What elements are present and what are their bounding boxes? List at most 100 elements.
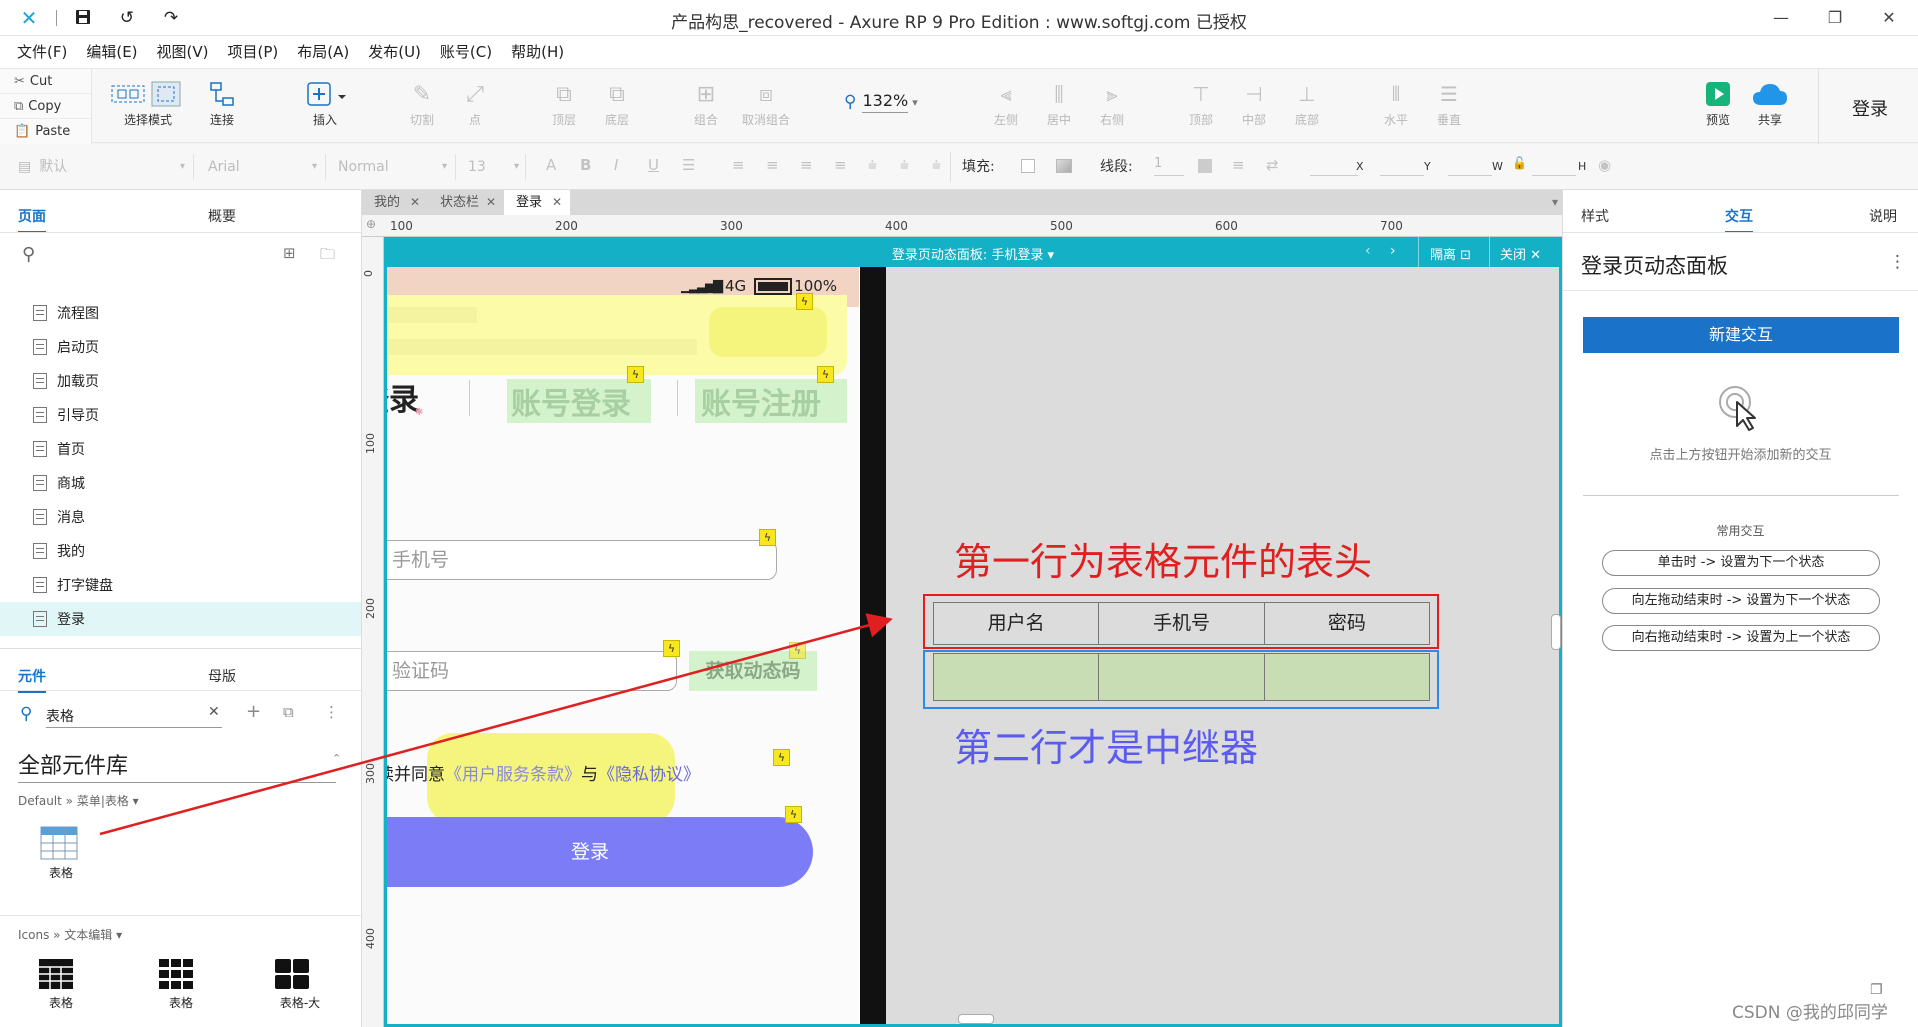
cut-shape-tool[interactable]: ✎ 切割: [402, 77, 442, 128]
menu-edit[interactable]: 编辑(E): [86, 36, 137, 68]
arrow-style-icon[interactable]: ⇄: [1266, 156, 1279, 174]
icon-table-item[interactable]: 表格: [158, 958, 204, 1011]
size-select[interactable]: 13 ▾: [464, 154, 526, 180]
tab-masters[interactable]: 母版: [208, 666, 236, 686]
point-tool[interactable]: ⤢ 点: [455, 77, 495, 128]
valign-bottom-icon[interactable]: ⩧: [932, 156, 941, 174]
selected-widget-name[interactable]: 登录页动态面板: [1581, 250, 1728, 280]
preview-button[interactable]: 预览: [1698, 77, 1738, 128]
bold-icon[interactable]: B: [580, 156, 591, 174]
valign-middle-icon[interactable]: ⩧: [900, 156, 909, 174]
page-item[interactable]: 首页: [0, 432, 361, 466]
weight-select[interactable]: Normal ▾: [334, 154, 456, 180]
doc-tab-statusbar[interactable]: 状态栏 ✕: [428, 190, 504, 215]
distribute-horizontal-tool[interactable]: ⫴ 水平: [1376, 77, 1416, 128]
page-item[interactable]: 流程图: [0, 296, 361, 330]
tabs-overflow-chevron-icon[interactable]: ▾: [1552, 195, 1558, 209]
align-middle-tool[interactable]: ⊣ 中部: [1234, 77, 1274, 128]
more-options-icon[interactable]: ⋮: [1889, 252, 1906, 272]
visibility-eye-icon[interactable]: ◉: [1598, 156, 1611, 174]
tab-notes[interactable]: 说明: [1869, 206, 1897, 226]
common-interaction-button[interactable]: 单击时 -> 设置为下一个状态: [1602, 550, 1880, 576]
tab-outline[interactable]: 概要: [208, 206, 236, 226]
style-select[interactable]: ▤ 默认 ▾: [14, 154, 194, 180]
close-tab-icon[interactable]: ✕: [410, 190, 420, 215]
menu-file[interactable]: 文件(F): [17, 36, 67, 68]
line-style-icon[interactable]: ≡: [1232, 156, 1245, 174]
tab-interactions[interactable]: 交互: [1725, 206, 1753, 233]
search-icon[interactable]: ⚲: [22, 244, 35, 265]
tab-style[interactable]: 样式: [1581, 206, 1609, 226]
group-tool[interactable]: ⊞ 组合: [686, 77, 726, 128]
y-input[interactable]: [1380, 156, 1424, 176]
lock-icon[interactable]: 🔓: [1512, 156, 1527, 170]
login-button[interactable]: 登录: [1852, 95, 1888, 121]
select-mode-tool[interactable]: 选择模式: [106, 77, 190, 128]
send-to-bottom-tool[interactable]: ⧉ 底层: [597, 77, 637, 128]
line-width-input[interactable]: 1: [1154, 156, 1184, 176]
text-align-center-icon[interactable]: ≡: [766, 156, 779, 174]
tab-pages[interactable]: 页面: [18, 206, 46, 233]
page-item[interactable]: 消息: [0, 500, 361, 534]
doc-tab-login[interactable]: 登录 ✕: [504, 190, 570, 215]
font-color-icon[interactable]: A: [546, 156, 556, 174]
table-widget[interactable]: 表格: [40, 826, 82, 886]
italic-icon[interactable]: I: [614, 156, 618, 174]
share-button[interactable]: 共享: [1750, 77, 1790, 128]
close-tab-icon[interactable]: ✕: [552, 190, 562, 215]
connect-tool[interactable]: 连接: [202, 77, 242, 128]
align-right-tool[interactable]: ⫸ 右侧: [1092, 77, 1132, 128]
zoom-control[interactable]: ⚲ 132% ▾: [844, 91, 918, 113]
page-item[interactable]: 打字键盘: [0, 568, 361, 602]
align-center-tool[interactable]: ⫼ 居中: [1039, 77, 1079, 128]
minimize-button[interactable]: —: [1766, 6, 1796, 30]
close-tab-icon[interactable]: ✕: [486, 190, 496, 215]
insert-tool[interactable]: 插入: [302, 77, 348, 128]
underline-icon[interactable]: U: [648, 156, 659, 174]
font-select[interactable]: Arial ▾: [204, 154, 326, 180]
library-copy-icon[interactable]: ⧉: [283, 703, 294, 721]
page-item-selected[interactable]: 登录: [0, 602, 361, 636]
fill-color-swatch[interactable]: [1021, 159, 1035, 173]
cut-button[interactable]: ✂ Cut: [0, 69, 91, 94]
restore-button[interactable]: ❐: [1820, 6, 1850, 30]
bring-to-top-tool[interactable]: ⧉ 顶层: [544, 77, 584, 128]
library-path[interactable]: Default » 菜单|表格 ▾: [18, 792, 139, 809]
menu-view[interactable]: 视图(V): [157, 36, 209, 68]
page-item[interactable]: 引导页: [0, 398, 361, 432]
clear-search-icon[interactable]: ✕: [208, 704, 220, 720]
add-library-icon[interactable]: +: [246, 701, 261, 722]
icons-library-path[interactable]: Icons » 文本编辑 ▾: [18, 926, 122, 943]
menu-publish[interactable]: 发布(U): [368, 36, 421, 68]
w-input[interactable]: [1448, 156, 1492, 176]
line-color-swatch[interactable]: [1198, 159, 1212, 173]
menu-project[interactable]: 项目(P): [228, 36, 279, 68]
expand-panel-icon[interactable]: ❐: [1870, 982, 1883, 998]
menu-account[interactable]: 账号(C): [440, 36, 492, 68]
menu-help[interactable]: 帮助(H): [511, 36, 564, 68]
add-page-icon[interactable]: ⊞: [283, 244, 296, 262]
add-folder-icon[interactable]: 🗀: [320, 244, 335, 269]
panel-resize-handle[interactable]: [958, 1014, 994, 1024]
more-options-icon[interactable]: ⋮: [324, 703, 339, 721]
page-item[interactable]: 商城: [0, 466, 361, 500]
common-interaction-button[interactable]: 向右拖动结束时 -> 设置为上一个状态: [1602, 625, 1880, 651]
h-input[interactable]: [1532, 156, 1576, 176]
text-align-left-icon[interactable]: ≡: [732, 156, 745, 174]
menu-layout[interactable]: 布局(A): [297, 36, 349, 68]
widget-search-input[interactable]: 表格: [46, 706, 222, 728]
ungroup-tool[interactable]: ⧈ 取消组合: [736, 77, 796, 128]
panel-resize-handle[interactable]: [1551, 614, 1561, 650]
align-left-tool[interactable]: ⫷ 左侧: [986, 77, 1026, 128]
bullet-list-icon[interactable]: ☰: [682, 156, 695, 174]
copy-button[interactable]: ⧉ Copy: [0, 94, 91, 119]
page-item[interactable]: 加载页: [0, 364, 361, 398]
text-justify-icon[interactable]: ≡: [834, 156, 847, 174]
common-interaction-button[interactable]: 向左拖动结束时 -> 设置为下一个状态: [1602, 588, 1880, 614]
align-top-tool[interactable]: ⊤ 顶部: [1181, 77, 1221, 128]
icon-table-large-item[interactable]: 表格-大: [274, 958, 326, 1011]
x-input[interactable]: [1310, 156, 1358, 176]
distribute-vertical-tool[interactable]: ☰ 垂直: [1429, 77, 1469, 128]
tab-widgets[interactable]: 元件: [18, 666, 46, 693]
close-window-button[interactable]: ✕: [1874, 6, 1904, 30]
